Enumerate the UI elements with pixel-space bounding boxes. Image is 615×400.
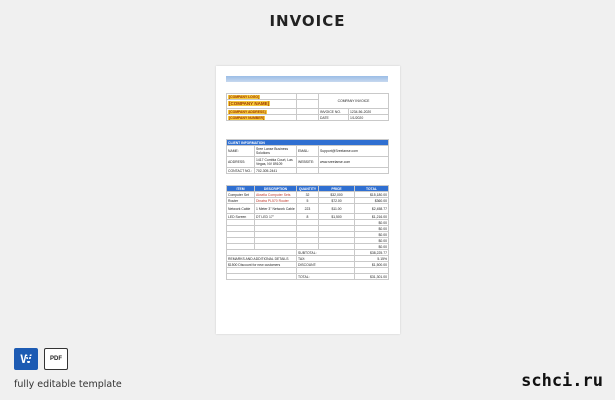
line-items-table: ITEM DESCRIPTION QUANTITY PRICE TOTAL Co… [226, 185, 389, 280]
company-number-placeholder: [COMPANY NUMBER] [228, 115, 266, 120]
word-lines-decoration [26, 352, 38, 366]
client-address-label: ADDRESS: [226, 156, 255, 168]
client-email-label: EMAIL: [296, 145, 319, 157]
page-title: INVOICE [269, 12, 346, 30]
footer-caption: fully editable template [14, 379, 122, 390]
client-name-value: Sree Lanse Business Solutions [254, 145, 297, 157]
top-color-band [226, 76, 388, 82]
client-info-table: CLIENT INFORMATION NAME: Sree Lanse Busi… [225, 139, 390, 174]
company-address-placeholder: [COMPANY ADDRESS] [228, 109, 267, 114]
total-label: TOTAL: [296, 273, 355, 280]
client-contact-value: 702-305-2441 [254, 167, 297, 174]
client-website-label: WEBSITE: [296, 156, 319, 168]
invoice-title: COMPANY INVOICE [318, 93, 389, 109]
company-logo-placeholder: [COMPANY LOGO] [228, 94, 261, 99]
invoice-sheet: [COMPANY LOGO] COMPANY INVOICE [COMPANY … [216, 66, 400, 334]
client-email-value: Support@Sreelanse.com [317, 145, 390, 157]
pdf-file-icon: PDF [44, 348, 68, 370]
company-name-placeholder: [COMPANY NAME] [228, 101, 271, 106]
date-label: DATE [318, 114, 349, 121]
invoice-header-table: [COMPANY LOGO] COMPANY INVOICE [COMPANY … [226, 93, 389, 121]
client-contact-label: CONTACT NO.: [226, 167, 255, 174]
table-row: Network Cable 1 Meter 3" Network Cable 2… [226, 203, 389, 214]
date-value: 1/1/2020 [348, 114, 389, 121]
client-address-value: 1417 Cumbia Court, Las Vegas, NV 89109 [254, 156, 297, 168]
total-value: $31,301.00 [354, 273, 389, 280]
site-watermark: schci.ru [521, 371, 603, 391]
client-website-value: www.sreelanse.com [317, 156, 390, 168]
client-name-label: NAME: [226, 145, 255, 157]
